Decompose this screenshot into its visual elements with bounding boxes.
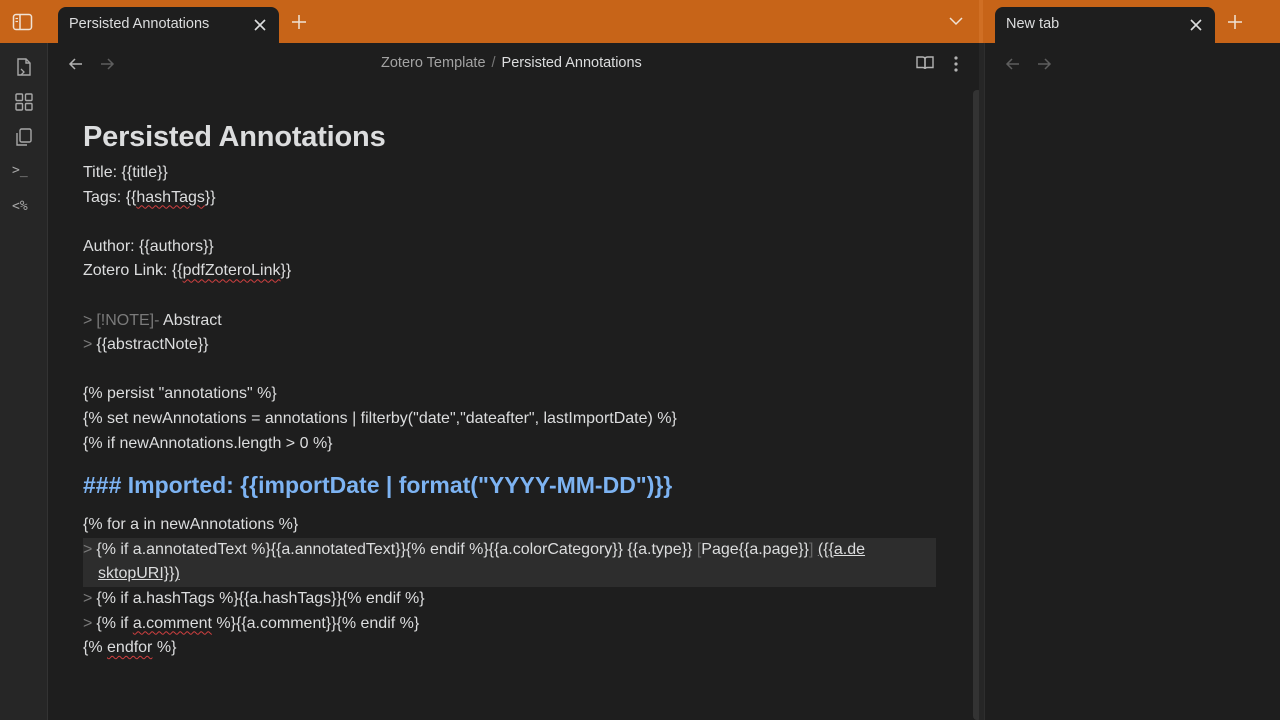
endfor-word: endfor	[107, 639, 153, 657]
callout-body-line: > {{abstractNote}}	[83, 333, 936, 358]
copy-icon[interactable]	[13, 126, 35, 148]
quote-marker: >	[83, 311, 93, 329]
line-for: {% for a in newAnnotations %}	[83, 516, 299, 534]
templater-icon[interactable]: <%	[12, 199, 28, 214]
active-line[interactable]: > {% if a.annotatedText %}{{a.annotatedTe…	[83, 537, 936, 587]
line-author: Author: {{authors}}	[83, 237, 214, 255]
page-template: Page{{a.page}}	[701, 540, 809, 558]
breadcrumb-current[interactable]: Persisted Annotations	[502, 55, 642, 71]
editor-content[interactable]: Persisted Annotations Title: {{title}} T…	[83, 121, 936, 661]
comment-word: a.comment	[132, 614, 212, 632]
line-set: {% set newAnnotations = annotations | fi…	[83, 409, 677, 427]
tab-new-tab[interactable]: New tab	[995, 7, 1215, 43]
page-title: Persisted Annotations	[83, 121, 386, 153]
zotero-word: pdfZoteroLink	[182, 262, 281, 280]
quote-marker: >	[83, 540, 93, 558]
comment-prefix: {% if	[96, 614, 133, 632]
line-if: {% if newAnnotations.length > 0 %}	[83, 434, 333, 452]
close-icon[interactable]	[1188, 17, 1204, 33]
hashtags-template: {% if a.hashTags %}{{a.hashTags}}{% endi…	[96, 589, 425, 607]
editor-pane: Zotero Template / Persisted Annotations Pe…	[48, 43, 984, 720]
callout-body: {{abstractNote}}	[96, 336, 209, 354]
quote-marker: >	[83, 614, 93, 632]
reading-view-icon[interactable]	[916, 55, 934, 71]
line-hashtags: > {% if a.hashTags %}{{a.hashTags}}{% end…	[83, 587, 936, 612]
quote-marker: >	[83, 336, 93, 354]
line-comment: > {% if a.comment %}{{a.comment}}{% endif…	[83, 612, 936, 637]
tags-suffix: }}	[204, 188, 216, 206]
imported-heading: ### Imported: {{importDate | format("YYY…	[83, 472, 673, 499]
pane-divider	[979, 0, 983, 43]
line-persist: {% persist "annotations" %}	[83, 385, 277, 403]
line-title: Title: {{title}}	[83, 164, 168, 181]
comment-suffix: %}{{a.comment}}{% endif %}	[211, 614, 420, 632]
endfor-prefix: {%	[83, 639, 108, 657]
forward-arrow-icon[interactable]	[99, 57, 115, 71]
grid-icon[interactable]	[13, 91, 35, 113]
line-endfor: {% endfor %}	[83, 636, 936, 661]
zotero-suffix: }}	[280, 262, 292, 280]
desktop-uri-link[interactable]: ({{a.de	[818, 541, 865, 558]
annotation-template: {% if a.annotatedText %}{{a.annotatedTex…	[96, 540, 697, 558]
new-tab-pane	[984, 43, 1280, 720]
desktop-uri-link-cont[interactable]: sktopURI}})	[98, 565, 180, 582]
callout-title: Abstract	[163, 311, 222, 329]
tab-bar: Persisted Annotations New tab	[0, 0, 1280, 43]
bracket-close: ]	[808, 540, 814, 558]
chevron-down-icon[interactable]	[949, 16, 963, 26]
tab-label: New tab	[1006, 16, 1060, 32]
breadcrumb-parent[interactable]: Zotero Template	[381, 55, 486, 71]
active-line-row2: sktopURI}})	[83, 562, 936, 587]
more-options-icon[interactable]	[953, 55, 959, 73]
sidebar-toggle-icon[interactable]	[12, 12, 34, 32]
breadcrumb-separator: /	[491, 55, 496, 71]
new-tab-plus-icon[interactable]	[291, 14, 307, 30]
breadcrumb: Zotero Template / Persisted Annotations	[381, 55, 642, 71]
terminal-icon[interactable]: >_	[12, 163, 28, 178]
endfor-suffix: %}	[152, 639, 177, 657]
forward-arrow-icon[interactable]	[1036, 57, 1052, 71]
open-file-icon[interactable]	[13, 56, 35, 78]
new-tab-plus-icon[interactable]	[1227, 14, 1243, 30]
quote-marker: >	[83, 589, 93, 607]
tab-persisted-annotations[interactable]: Persisted Annotations	[58, 7, 279, 43]
left-ribbon: >_ <%	[0, 43, 48, 720]
line-zotero-link: Zotero Link: {{pdfZoteroLink}}	[83, 259, 936, 284]
active-line-row1: > {% if a.annotatedText %}{{a.annotatedTe…	[83, 538, 936, 563]
close-icon[interactable]	[252, 17, 268, 33]
callout-header: > [!NOTE]- Abstract	[83, 309, 936, 334]
zotero-prefix: Zotero Link: {{	[83, 262, 183, 280]
tab-label: Persisted Annotations	[69, 16, 210, 32]
back-arrow-icon[interactable]	[68, 57, 84, 71]
tags-word: hashTags	[136, 188, 205, 206]
back-arrow-icon[interactable]	[1005, 57, 1021, 71]
callout-type: [!NOTE]-	[96, 311, 160, 329]
tags-prefix: Tags: {{	[83, 188, 137, 206]
line-tags: Tags: {{hashTags}}	[83, 186, 936, 211]
